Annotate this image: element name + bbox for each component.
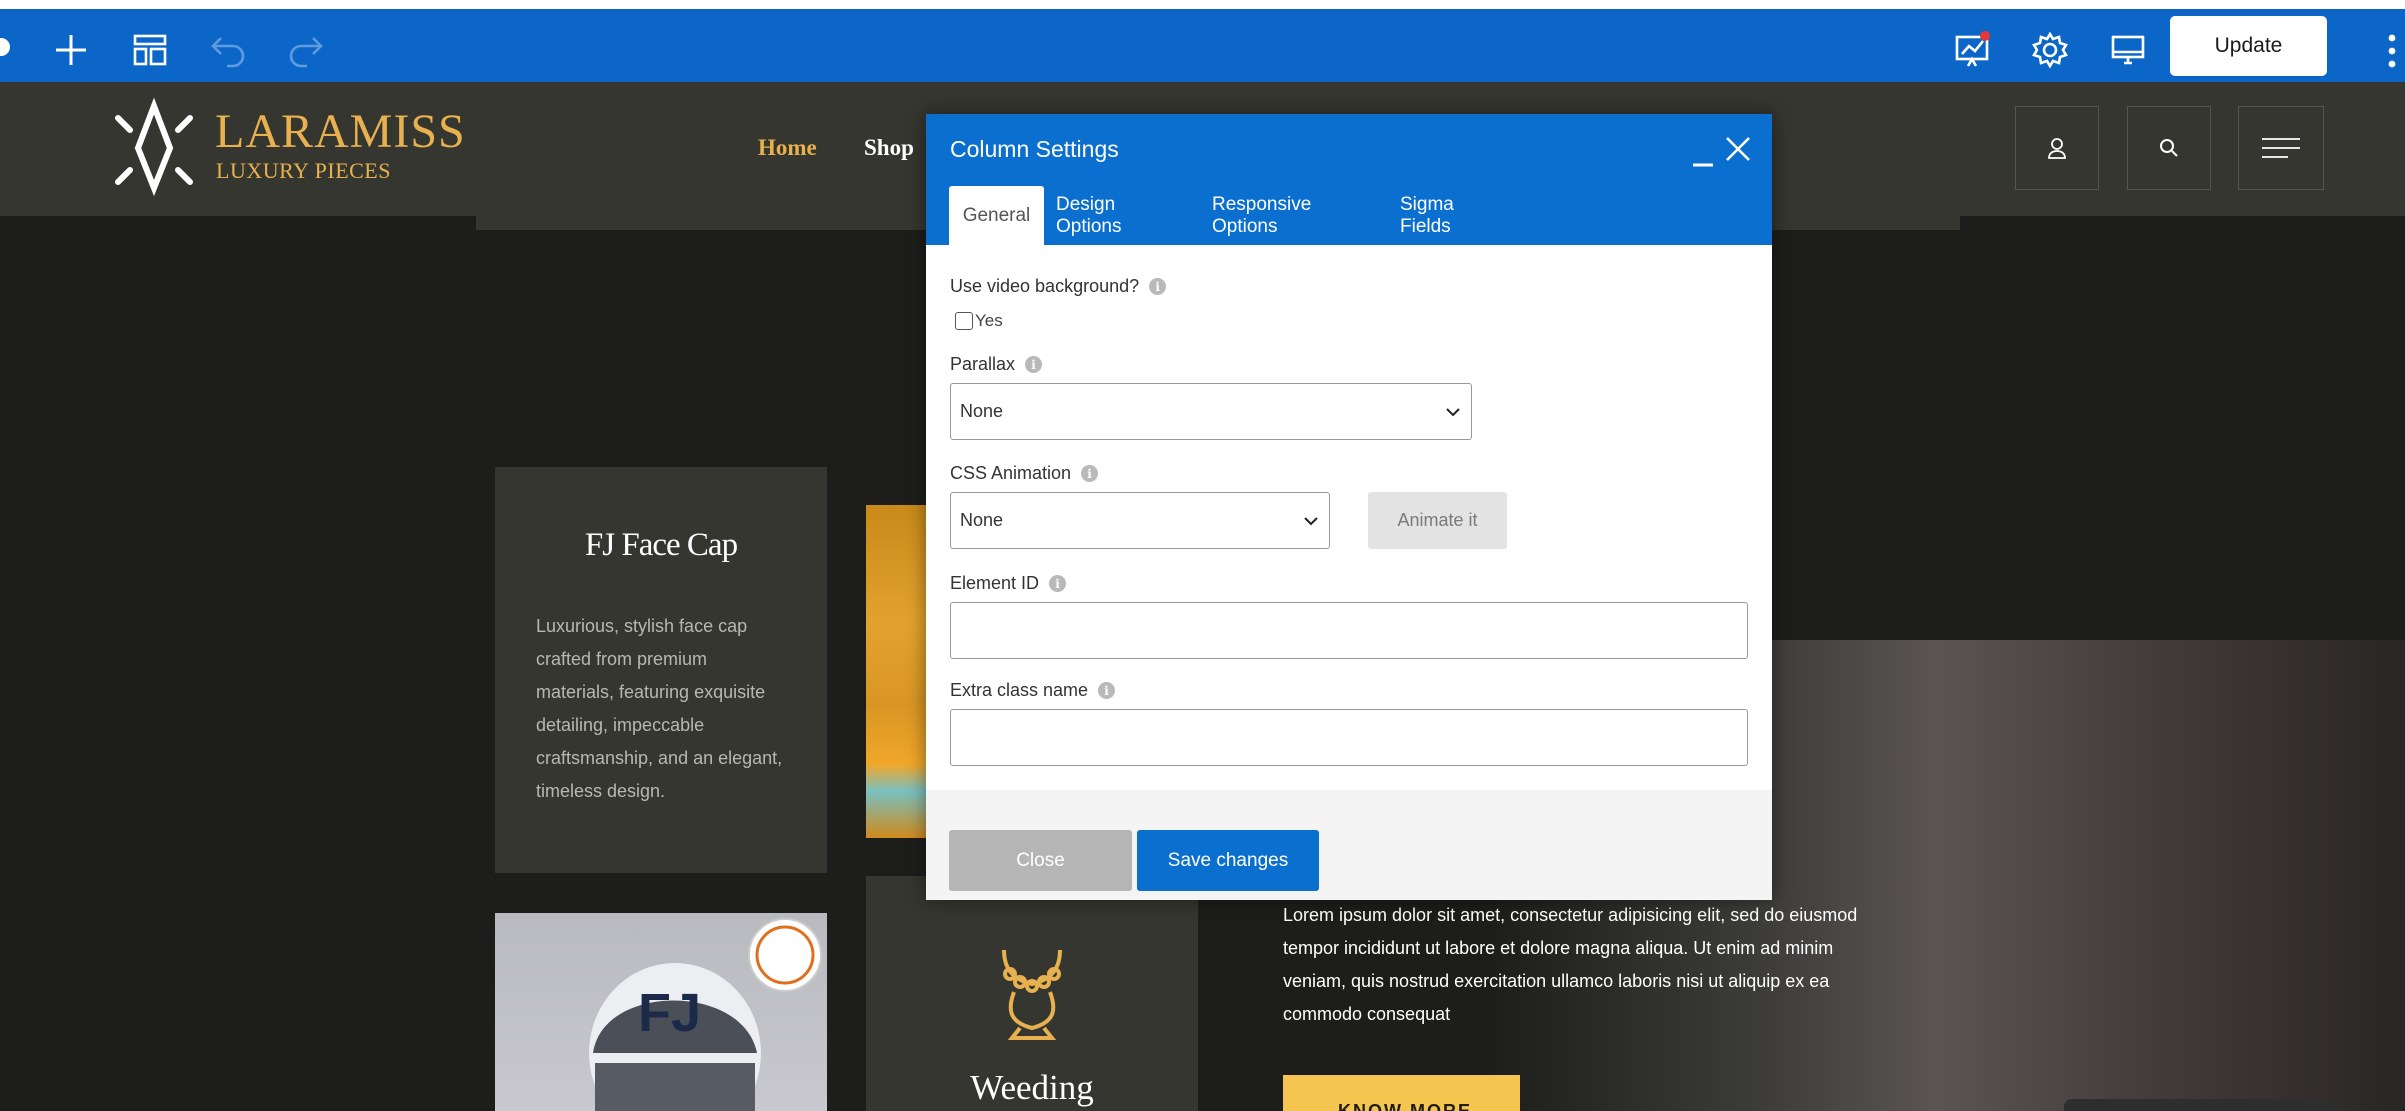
tab-responsive-options[interactable]: Responsive Options	[1212, 186, 1372, 245]
info-icon[interactable]: i	[1098, 682, 1116, 699]
redo-icon[interactable]	[283, 27, 329, 73]
video-background-field: Use video background? i	[950, 276, 1167, 297]
menu-button[interactable]	[2238, 106, 2324, 190]
search-icon	[2160, 139, 2178, 157]
product-description: Luxurious, stylish face cap crafted from…	[536, 616, 783, 801]
nav-home[interactable]: Home	[758, 135, 817, 161]
chat-widget[interactable]	[2064, 1099, 2336, 1111]
info-icon[interactable]: i	[1149, 278, 1167, 295]
css-animation-value: None	[960, 510, 1004, 530]
element-id-input[interactable]	[950, 602, 1748, 659]
nav-shop[interactable]: Shop	[864, 135, 914, 161]
tab-design-options[interactable]: Design Options	[1056, 186, 1182, 245]
extra-class-label: Extra class name	[950, 680, 1089, 700]
plus-icon[interactable]	[48, 27, 94, 73]
hero-text: Lorem ipsum dolor sit amet, consectetur …	[1283, 905, 1858, 1024]
dialog-title: Column Settings	[950, 136, 1119, 162]
brand-name[interactable]: LARAMISS	[215, 104, 466, 159]
hamburger-icon	[2262, 138, 2300, 158]
product-image-orange	[866, 505, 926, 838]
editor-toolbar: Update	[0, 0, 2405, 82]
video-background-yes-label[interactable]: Yes	[975, 311, 1003, 331]
tab-sigma-fields[interactable]: Sigma Fields	[1400, 186, 1504, 245]
product-card-cap: FJ Face Cap Luxurious, stylish face cap …	[495, 467, 827, 873]
css-animation-field: CSS Animation i	[950, 463, 1099, 484]
necklace-icon	[1002, 949, 1062, 1040]
css-animation-label: CSS Animation	[950, 463, 1072, 483]
parallax-field: Parallax i	[950, 354, 1043, 375]
parallax-select[interactable]: None	[950, 383, 1472, 440]
update-button[interactable]: Update	[2170, 16, 2327, 76]
brand-logo-icon[interactable]	[112, 96, 196, 196]
close-button[interactable]: Close	[949, 830, 1132, 891]
video-background-option: Yes	[955, 311, 1003, 331]
category-card-wedding: Weeding	[866, 876, 1198, 1111]
chevron-down-icon	[1446, 408, 1460, 417]
column-settings-dialog: Column Settings General Design Options R…	[926, 114, 1772, 900]
element-id-field: Element ID i	[950, 573, 1067, 594]
css-animation-select[interactable]: None	[950, 492, 1330, 549]
brand-tagline: LUXURY PIECES	[216, 158, 391, 183]
know-more-button[interactable]: KNOW MORE	[1283, 1075, 1520, 1111]
animate-it-button[interactable]: Animate it	[1368, 492, 1507, 549]
tab-general[interactable]: General	[949, 186, 1044, 245]
save-changes-button[interactable]: Save changes	[1137, 830, 1319, 891]
parallax-label: Parallax	[950, 354, 1016, 374]
close-icon[interactable]	[1723, 134, 1753, 164]
extra-class-field: Extra class name i	[950, 680, 1116, 701]
extra-class-input[interactable]	[950, 709, 1748, 766]
parallax-value: None	[960, 401, 1004, 421]
analytics-icon[interactable]	[1949, 27, 1995, 73]
undo-icon[interactable]	[205, 27, 251, 73]
minimize-icon[interactable]	[1692, 146, 1714, 168]
info-icon[interactable]: i	[1081, 465, 1099, 482]
cap-image-icon: FJ	[589, 918, 822, 1111]
dialog-header: Column Settings General Design Options R…	[926, 114, 1772, 245]
user-icon	[2048, 138, 2066, 159]
account-button[interactable]	[2015, 106, 2099, 190]
chevron-down-icon	[1304, 517, 1318, 526]
info-icon[interactable]: i	[1049, 575, 1067, 592]
search-button[interactable]	[2127, 106, 2211, 190]
layout-icon[interactable]	[127, 27, 173, 73]
video-background-label: Use video background?	[950, 276, 1140, 296]
svg-text:FJ: FJ	[638, 983, 701, 1043]
desktop-icon[interactable]	[2105, 27, 2151, 73]
sidebar-handle[interactable]	[0, 38, 10, 56]
video-background-checkbox[interactable]	[955, 312, 973, 330]
know-more-label: KNOW MORE	[1338, 1101, 1472, 1111]
product-title: FJ Face Cap	[584, 527, 738, 563]
category-title: Weeding	[970, 1068, 1094, 1107]
element-id-label: Element ID	[950, 573, 1040, 593]
more-vertical-icon[interactable]	[2387, 33, 2397, 69]
info-icon[interactable]: i	[1025, 356, 1043, 373]
gear-icon[interactable]	[2027, 27, 2073, 73]
product-image-cap: FJ	[495, 913, 827, 1111]
